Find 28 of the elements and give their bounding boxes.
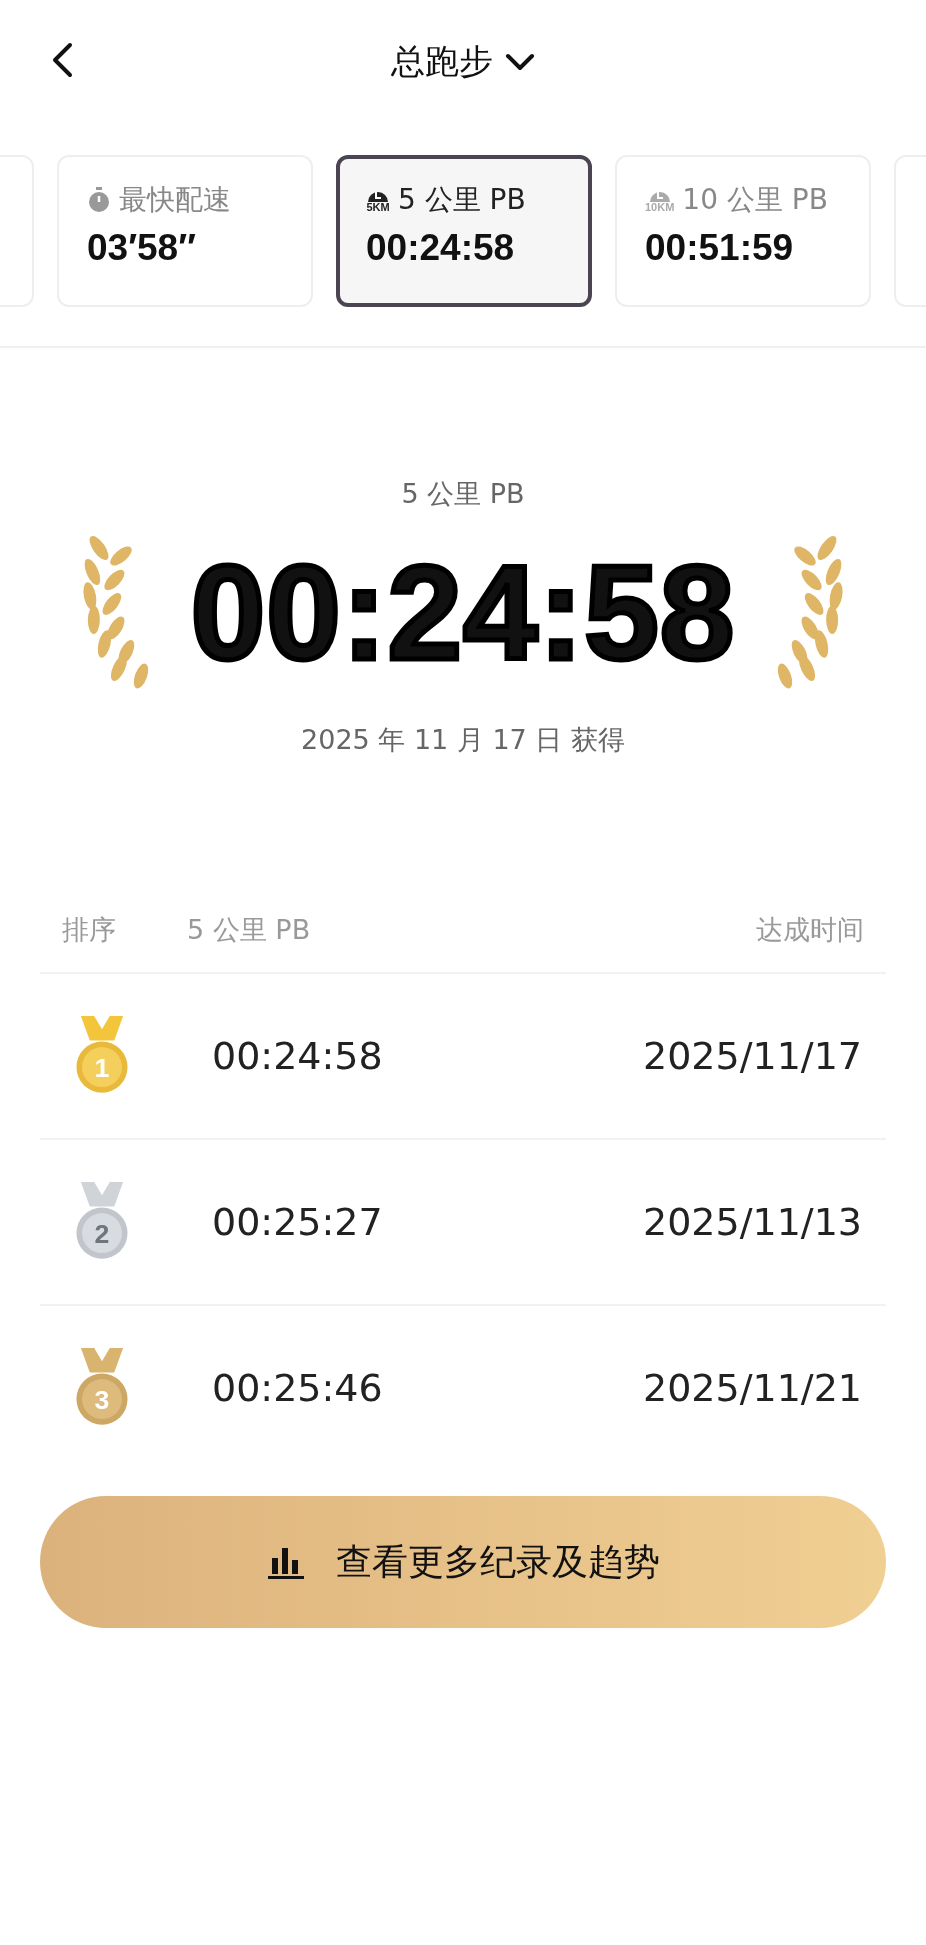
- record-time: 00:24:58: [190, 538, 736, 688]
- card-label: 5 公里 PB: [398, 182, 526, 218]
- card-value: 00:51:59: [645, 227, 795, 269]
- table-cell: 2025/11/17: [642, 1034, 862, 1078]
- card-label: 最快配速: [119, 182, 231, 218]
- column-header: 排序: [62, 913, 117, 947]
- column-header: 5 公里 PB: [187, 913, 312, 947]
- card-value: 03′58″: [87, 227, 197, 269]
- stat-card[interactable]: 最快配速 03′58″: [57, 155, 313, 307]
- title-dropdown[interactable]: 总跑步: [391, 39, 535, 85]
- card-value: 00:24:58: [366, 227, 516, 269]
- card-label: 10 公里 PB: [682, 182, 828, 218]
- chevron-down-icon: [505, 52, 535, 72]
- more-records-button[interactable]: 查看更多纪录及趋势: [40, 1496, 886, 1628]
- table-cell-text: 00:24:58: [212, 1034, 384, 1078]
- table-cell: 2025/11/13: [642, 1200, 862, 1244]
- table-cell: 2025/11/21: [642, 1366, 862, 1410]
- table-cell-text: 00:25:27: [212, 1200, 384, 1244]
- column-header: 达成时间: [756, 913, 864, 947]
- back-icon[interactable]: [50, 42, 74, 78]
- distance-badge: 10KM: [645, 187, 675, 213]
- record-label: 5 公里 PB: [401, 477, 525, 511]
- stat-card[interactable]: 10KM 10 公里 PB 00:51:59: [615, 155, 871, 307]
- stopwatch-icon: [87, 187, 111, 213]
- table-cell-text: 00:25:46: [212, 1366, 384, 1410]
- distance-badge: 5KM: [366, 187, 390, 213]
- record-date: 2025 年 11 月 17 日 获得: [301, 723, 625, 757]
- stat-card[interactable]: 5KM 5 公里 PB 00:24:58: [336, 155, 592, 307]
